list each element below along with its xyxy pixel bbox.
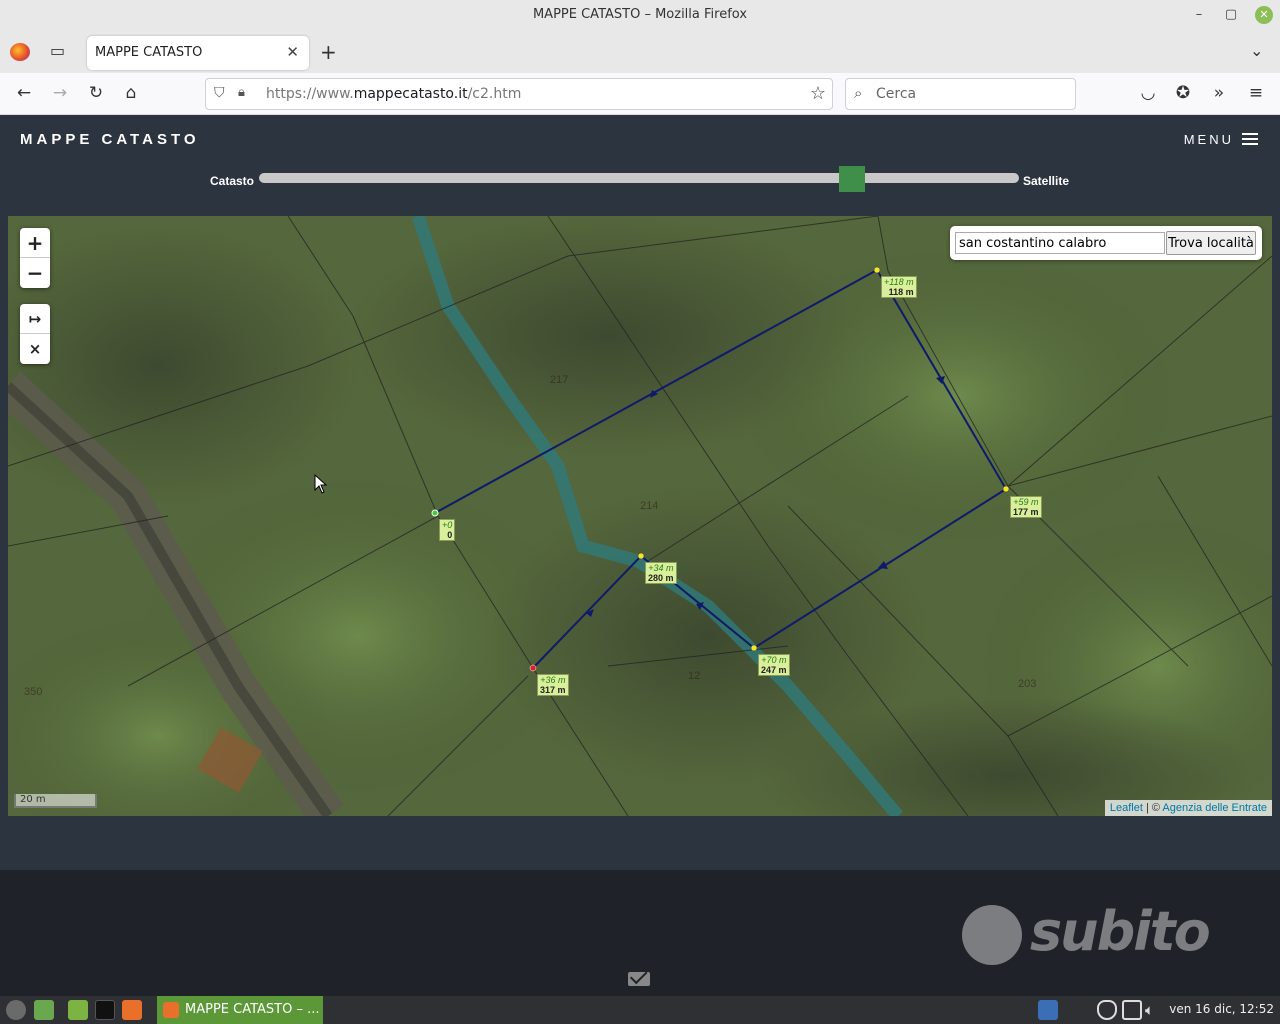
zoom-out-button[interactable]: − (20, 258, 50, 288)
search-bar[interactable]: ⌕ Cerca (845, 78, 1076, 110)
find-location-button[interactable]: Trova località (1166, 231, 1256, 255)
tab-strip: ▭ MAPPE CATASTO ✕ + ⌄ (0, 31, 1280, 73)
new-tab-icon[interactable]: + (320, 40, 337, 64)
tab-label: MAPPE CATASTO (95, 45, 203, 60)
volume-tray-icon[interactable]: 🔈︎ (1145, 1000, 1165, 1020)
hamburger-icon (1242, 133, 1258, 145)
lock-icon[interactable]: 🔒︎ (238, 85, 245, 100)
tab-mappe-catasto[interactable]: MAPPE CATASTO ✕ (87, 36, 309, 70)
measure-label: +59 m 177 m (1010, 496, 1042, 518)
menu-label: MENU (1183, 132, 1234, 147)
map-attribution: Leaflet | © Agenzia delle Entrate (1104, 800, 1272, 816)
bookmark-star-icon[interactable]: ☆ (810, 83, 826, 104)
parcel-number: 350 (24, 686, 43, 698)
home-icon[interactable]: ⌂ (120, 83, 142, 103)
menu-button[interactable]: MENU (1184, 132, 1258, 147)
taskbar-firefox-task[interactable]: MAPPE CATASTO – ... (157, 996, 323, 1024)
mouse-cursor-icon (314, 474, 328, 494)
parcel-number: 12 (688, 670, 701, 682)
slider-left-label: Catasto (210, 174, 255, 188)
leaflet-link[interactable]: Leaflet (1110, 802, 1143, 814)
layer-slider-track[interactable] (259, 166, 1019, 192)
page-band (0, 816, 1280, 870)
site-brand[interactable]: MAPPE CATASTO (20, 131, 200, 148)
slider-right-label: Satellite (1023, 174, 1070, 188)
shield-icon[interactable]: ⛉ (214, 85, 225, 101)
show-desktop-icon[interactable] (34, 1000, 54, 1020)
url-text: https://www.mappecatasto.it/c2.htm (266, 86, 522, 102)
page-footer: subito (0, 870, 1280, 996)
nav-toolbar: ← → ↻ ⌂ ⛉ 🔒︎ https://www.mappecatasto.it… (0, 73, 1280, 115)
files-icon[interactable] (68, 1000, 88, 1020)
layer-slider-row: Catasto Satellite (0, 166, 1280, 216)
back-icon[interactable]: ← (13, 83, 35, 103)
start-menu-icon[interactable] (6, 1000, 26, 1020)
subito-watermark: subito (962, 900, 1222, 970)
parcel-number: 214 (640, 500, 659, 512)
terminal-icon[interactable] (95, 1000, 115, 1020)
close-window-icon[interactable]: ✕ (1255, 6, 1273, 24)
zoom-in-button[interactable]: + (20, 228, 50, 258)
mail-icon[interactable] (628, 972, 650, 986)
mail-tray-icon[interactable] (1038, 1000, 1058, 1020)
parcel-number: 203 (1018, 678, 1037, 690)
measure-label: +0 0 (439, 519, 456, 541)
layer-slider-thumb[interactable] (838, 166, 865, 192)
overflow-icon[interactable]: » (1208, 83, 1230, 103)
close-tab-icon[interactable]: ✕ (286, 43, 299, 61)
satellite-imagery (8, 216, 1272, 816)
window-title: MAPPE CATASTO – Mozilla Firefox (532, 7, 748, 22)
subito-logo-icon (962, 905, 1022, 965)
provider-link[interactable]: Agenzia delle Entrate (1162, 802, 1267, 814)
site-header: MAPPE CATASTO MENU (0, 115, 1280, 170)
firefox-launcher-icon[interactable] (122, 1000, 142, 1020)
zoom-control: + − (20, 228, 50, 288)
location-search-input[interactable] (955, 232, 1165, 254)
measure-label: +118 m 118 m (881, 276, 917, 298)
measure-control: ↦ × (20, 304, 50, 364)
shield-tray-icon[interactable] (1097, 1000, 1117, 1020)
maximize-icon[interactable]: ▢ (1222, 6, 1240, 24)
firefox-task-icon (163, 1002, 179, 1018)
search-placeholder: Cerca (876, 86, 917, 102)
tab-overview-icon[interactable]: ▭ (50, 41, 65, 60)
measure-label: +34 m 280 m (645, 562, 677, 584)
location-search: Trova località (950, 226, 1262, 260)
pocket-icon[interactable]: ◡ (1137, 83, 1159, 103)
forward-icon[interactable]: → (49, 83, 71, 103)
extensions-icon[interactable]: ✪ (1172, 83, 1194, 103)
network-tray-icon[interactable] (1122, 1000, 1142, 1020)
os-taskbar: MAPPE CATASTO – ... 🔈︎ ven 16 dic, 12:52 (0, 996, 1280, 1024)
map-scale: 20 m (14, 794, 97, 808)
reload-icon[interactable]: ↻ (85, 83, 107, 103)
window-titlebar: MAPPE CATASTO – Mozilla Firefox – ▢ ✕ (0, 0, 1280, 31)
app-menu-icon[interactable]: ≡ (1245, 83, 1267, 103)
search-icon: ⌕ (854, 84, 863, 102)
parcel-number: 217 (550, 374, 569, 386)
measure-label: +70 m 247 m (758, 654, 790, 676)
taskbar-clock[interactable]: ven 16 dic, 12:52 (1169, 1002, 1274, 1016)
measure-icon[interactable]: ↦ (20, 304, 50, 334)
map-container[interactable]: 217 214 12 203 350 +0 0 +118 m 118 m +59 m… (8, 216, 1272, 816)
firefox-icon[interactable] (10, 43, 30, 61)
minimize-icon[interactable]: – (1190, 6, 1208, 24)
measure-label: +36 m 317 m (537, 674, 569, 696)
clear-measure-icon[interactable]: × (20, 334, 50, 364)
url-bar[interactable]: ⛉ 🔒︎ https://www.mappecatasto.it/c2.htm … (205, 78, 833, 110)
list-tabs-icon[interactable]: ⌄ (1250, 41, 1263, 60)
